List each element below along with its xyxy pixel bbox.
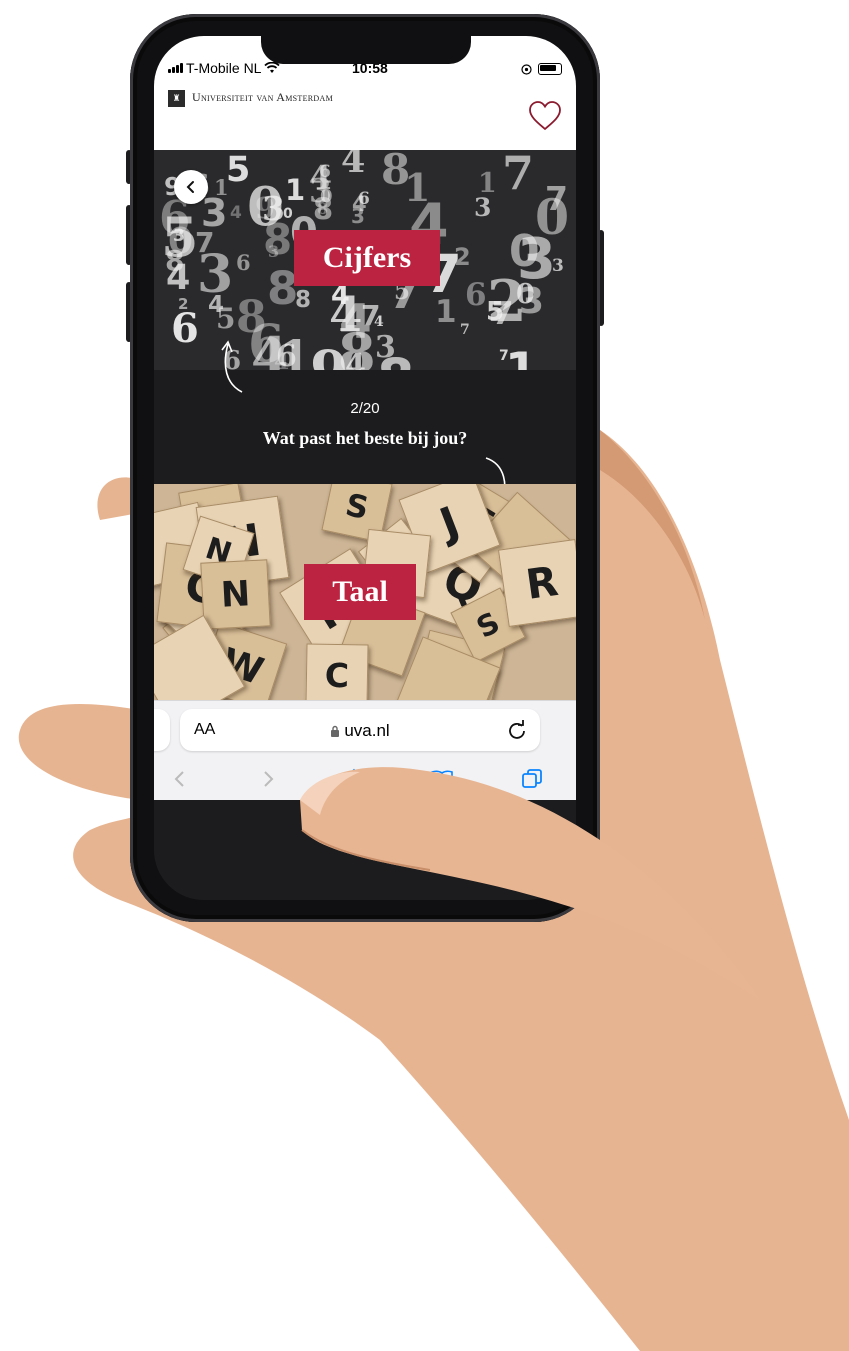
notch	[261, 36, 471, 64]
reload-icon[interactable]	[506, 719, 528, 741]
url-text: uva.nl	[344, 721, 390, 740]
chalk-digit: 3	[197, 244, 234, 305]
chalk-digit: 3	[309, 171, 332, 210]
chalk-digit: 3	[552, 256, 564, 276]
question-text: Wat past het beste bij jou?	[262, 428, 468, 448]
chalk-digit: 7	[499, 348, 509, 364]
arrow-decoration-icon	[221, 340, 243, 393]
site-header: ♜ Universiteit van Amsterdam	[154, 80, 576, 150]
chalk-digit: 2	[454, 243, 471, 271]
chalk-digit: 4	[329, 287, 363, 343]
forward-icon[interactable]	[254, 765, 282, 793]
chalk-digit: 6	[171, 305, 199, 352]
chevron-left-icon	[186, 181, 194, 193]
chalk-digit: 7	[460, 322, 470, 338]
back-button[interactable]	[174, 170, 208, 204]
share-icon[interactable]	[340, 765, 368, 793]
chalk-digit: 7	[502, 150, 535, 200]
heart-icon[interactable]	[528, 100, 562, 132]
scrabble-tile: R	[497, 538, 576, 628]
home-indicator-area	[154, 800, 576, 900]
tabs-icon[interactable]	[518, 765, 546, 793]
scrabble-tile: C	[305, 643, 369, 700]
chalk-digit: 8	[377, 347, 415, 370]
quiz-option-taal[interactable]: EMSNQESCCNJNWRN Taal	[154, 484, 576, 700]
chalk-digit: 1	[285, 173, 306, 207]
chalk-digit: 4	[341, 150, 366, 181]
chalk-digit: 0	[283, 206, 293, 222]
address-bar[interactable]: AA uva.nl	[180, 709, 540, 751]
phone-screen: T-Mobile NL 10:58 ♜ Universiteit van Ams…	[154, 36, 576, 900]
chalk-digit: 7	[361, 299, 381, 332]
chalk-digit: 8	[295, 287, 312, 313]
browser-toolbar	[154, 759, 576, 799]
lock-icon	[331, 725, 340, 737]
orientation-lock-icon	[521, 63, 532, 75]
chalk-digit: 4	[166, 258, 191, 298]
scrabble-tile: N	[200, 559, 271, 630]
back-icon[interactable]	[166, 765, 194, 793]
chalk-digit: 6	[236, 250, 251, 275]
chalk-digit: 6	[465, 277, 487, 313]
chalk-digit: 0	[535, 188, 570, 246]
chalk-digit: 4	[230, 203, 242, 223]
chalk-digit: 4	[274, 349, 290, 370]
chalk-digit: 1	[404, 165, 431, 210]
chalk-digit: 3	[474, 193, 492, 222]
uva-logo-icon[interactable]: ♜	[168, 90, 185, 107]
previous-tab-pill[interactable]	[154, 709, 170, 751]
chalk-digit: 5	[486, 297, 505, 327]
browser-bar: AA uva.nl	[154, 700, 576, 801]
option-label-cijfers: Cijfers	[294, 230, 440, 286]
chalk-digit: 1	[214, 175, 229, 200]
chalk-digit: 0	[516, 279, 535, 310]
battery-icon	[538, 63, 562, 75]
chalk-digit: 0	[247, 176, 284, 238]
chalk-digit: 1	[505, 343, 538, 370]
chalk-digit: 0	[509, 226, 540, 277]
carrier-name: T-Mobile NL	[186, 60, 262, 76]
question-band: 2/20 Wat past het beste bij jou?	[154, 340, 576, 514]
chalk-digit: 3	[351, 204, 365, 228]
uva-logo-text[interactable]: Universiteit van Amsterdam	[192, 90, 333, 105]
question-counter: 2/20	[350, 400, 380, 417]
wifi-icon	[264, 62, 281, 73]
signal-icon	[168, 63, 183, 73]
option-label-taal: Taal	[304, 564, 416, 620]
bookmarks-icon[interactable]	[428, 765, 456, 793]
